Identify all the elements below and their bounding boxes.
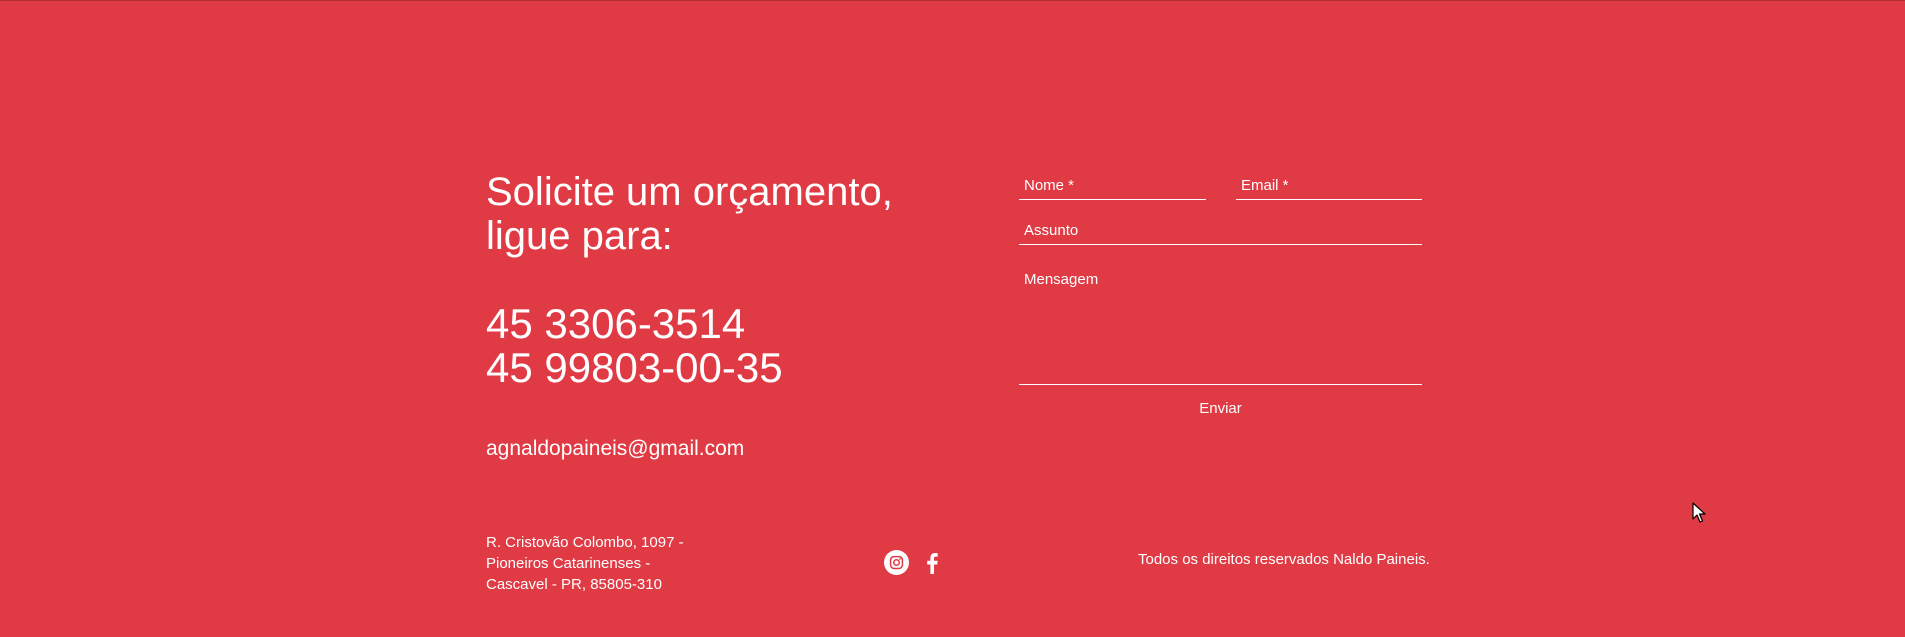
address-line: Pioneiros Catarinenses - xyxy=(486,555,651,572)
email-field[interactable] xyxy=(1236,172,1422,200)
facebook-icon[interactable] xyxy=(919,550,944,575)
subject-field[interactable] xyxy=(1019,216,1422,245)
phone-landline: 45 3306-3514 xyxy=(486,300,746,347)
message-field[interactable] xyxy=(1019,266,1422,385)
submit-button[interactable]: Enviar xyxy=(1019,396,1422,420)
phone-mobile: 45 99803-00-35 xyxy=(486,344,783,391)
contact-email: agnaldopaineis@gmail.com xyxy=(486,437,745,460)
contact-heading: Solicite um orçamento, ligue para: xyxy=(486,170,893,258)
name-field[interactable] xyxy=(1019,172,1206,200)
social-links xyxy=(884,550,944,575)
address-line: R. Cristovão Colombo, 1097 - xyxy=(486,534,684,551)
phone-numbers: 45 3306-3514 45 99803-00-35 xyxy=(486,302,783,390)
instagram-icon[interactable] xyxy=(884,550,909,575)
address: R. Cristovão Colombo, 1097 - Pioneiros C… xyxy=(486,532,684,595)
address-line: Cascavel - PR, 85805-310 xyxy=(486,576,662,593)
mouse-cursor-icon xyxy=(1692,502,1706,523)
top-border xyxy=(0,0,1905,1)
copyright-text: Todos os direitos reservados Naldo Paine… xyxy=(1138,551,1430,568)
